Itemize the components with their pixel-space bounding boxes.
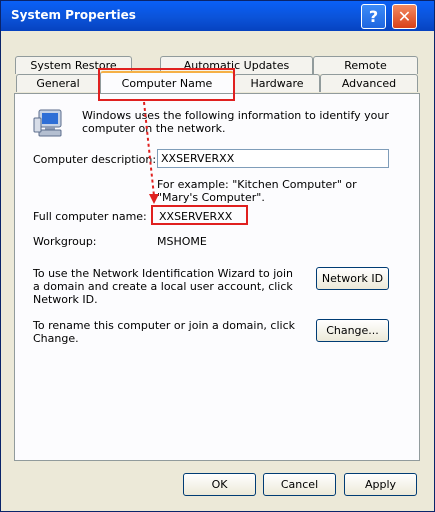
workgroup-label: Workgroup: [33, 235, 97, 248]
rename-text: To rename this computer or join a domain… [33, 319, 295, 345]
tab-general[interactable]: General [16, 74, 100, 92]
network-wizard-text: To use the Network Identification Wizard… [33, 267, 294, 306]
computer-description-field[interactable]: XXSERVERXX [157, 149, 389, 168]
help-button[interactable]: ? [361, 4, 386, 29]
apply-button[interactable]: Apply [344, 473, 417, 496]
tab-hardware[interactable]: Hardware [234, 74, 320, 92]
tab-remote[interactable]: Remote [313, 56, 418, 74]
example-text: For example: "Kitchen Computer" or "Mary… [157, 178, 357, 204]
intro-text: Windows uses the following information t… [82, 109, 389, 135]
system-properties-window: System Properties ? ✕ System Restore Aut… [0, 0, 435, 512]
ok-button[interactable]: OK [183, 473, 256, 496]
full-computer-name-label: Full computer name: [33, 210, 147, 223]
tab-advanced[interactable]: Advanced [320, 74, 418, 92]
network-id-button[interactable]: Network ID [316, 267, 389, 290]
annotation-arrow [143, 101, 159, 204]
change-button[interactable]: Change... [316, 319, 389, 342]
close-button[interactable]: ✕ [392, 4, 417, 29]
computer-icon [33, 109, 62, 137]
workgroup-value: MSHOME [157, 235, 207, 248]
title-bar[interactable]: System Properties ? ✕ [1, 1, 434, 31]
computer-name-tab-page: Windows uses the following information t… [14, 93, 420, 461]
window-title: System Properties [11, 8, 136, 22]
cancel-button[interactable]: Cancel [263, 473, 336, 496]
computer-name-tab-highlight [98, 68, 235, 101]
